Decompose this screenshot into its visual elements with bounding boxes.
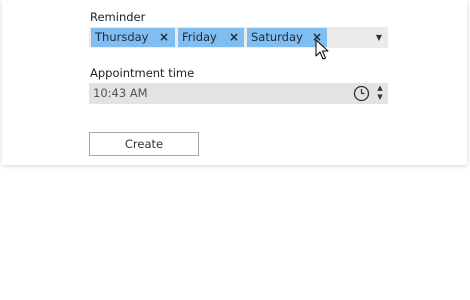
time-input-value[interactable]: 10:43 AM	[93, 83, 148, 104]
reminder-multiselect[interactable]: Thursday × Friday × Saturday × ▼	[89, 27, 388, 48]
tag-label: Friday	[182, 30, 217, 44]
dropdown-arrow-icon[interactable]: ▼	[376, 27, 382, 48]
spin-down-icon[interactable]: ▼	[375, 93, 385, 102]
tag-saturday: Saturday ×	[247, 28, 327, 47]
clock-icon[interactable]	[353, 85, 370, 102]
tag-remove-thursday-icon[interactable]: ×	[157, 28, 171, 47]
tag-remove-saturday-icon[interactable]: ×	[310, 28, 324, 47]
tag-thursday: Thursday ×	[91, 28, 175, 47]
tag-label: Thursday	[95, 30, 149, 44]
tag-remove-friday-icon[interactable]: ×	[227, 28, 241, 47]
appointment-time-picker[interactable]: 10:43 AM ▲ ▼	[89, 83, 388, 104]
tag-friday: Friday ×	[178, 28, 244, 47]
spin-up-icon[interactable]: ▲	[375, 84, 385, 93]
create-button[interactable]: Create	[89, 132, 199, 156]
tag-label: Saturday	[251, 30, 303, 44]
appointment-time-label: Appointment time	[90, 66, 195, 80]
reminder-label: Reminder	[90, 10, 146, 24]
form-panel: Reminder Thursday × Friday × Saturday × …	[2, 0, 467, 165]
